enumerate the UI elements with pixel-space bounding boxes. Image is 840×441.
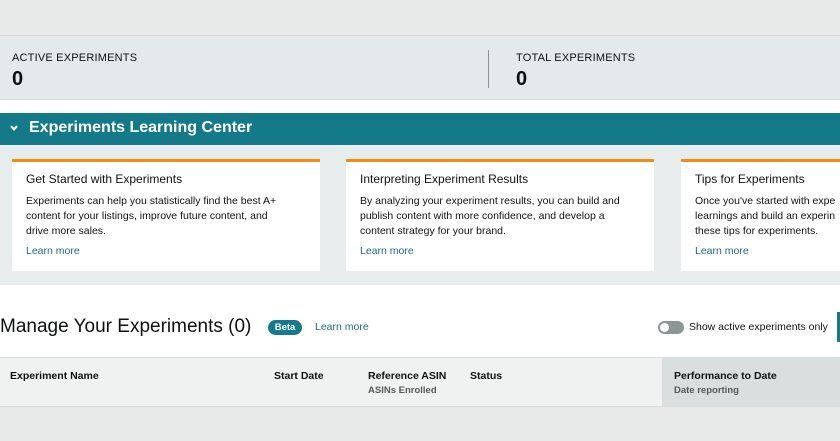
section-gap bbox=[0, 100, 840, 113]
column-label: Reference ASIN bbox=[368, 370, 447, 382]
column-label: Start Date bbox=[274, 370, 324, 382]
column-status[interactable]: Status bbox=[470, 370, 502, 382]
card-learn-more-link[interactable]: Learn more bbox=[26, 245, 80, 257]
column-sublabel: Date reporting bbox=[674, 385, 739, 396]
active-only-toggle[interactable] bbox=[658, 321, 684, 334]
card-text-line: learnings and build an experin bbox=[695, 210, 836, 222]
active-experiments-label: ACTIVE EXPERIMENTS bbox=[12, 52, 138, 64]
total-experiments-stat: TOTAL EXPERIMENTS 0 bbox=[516, 52, 635, 91]
card-text: Experiments can help you statistically f… bbox=[26, 194, 306, 239]
card-text-line: By analyzing your experiment results, yo… bbox=[360, 195, 620, 207]
chevron-down-icon[interactable] bbox=[9, 123, 19, 133]
active-experiments-stat: ACTIVE EXPERIMENTS 0 bbox=[12, 52, 137, 91]
beta-badge: Beta bbox=[268, 320, 302, 335]
card-text-line: these tips for experiments. bbox=[695, 225, 819, 237]
toggle-knob bbox=[660, 323, 669, 332]
card-title: Interpreting Experiment Results bbox=[360, 172, 529, 186]
total-experiments-value: 0 bbox=[516, 68, 528, 90]
column-reference-asin[interactable]: Reference ASIN ASINs Enrolled bbox=[368, 370, 446, 396]
learning-center-header[interactable]: Experiments Learning Center bbox=[0, 113, 840, 145]
card-text-line: drive more sales. bbox=[26, 225, 106, 237]
card-learn-more-link[interactable]: Learn more bbox=[360, 245, 414, 257]
column-experiment-name[interactable]: Experiment Name bbox=[10, 370, 99, 382]
card-text-line: publish content with more confidence, an… bbox=[360, 210, 605, 222]
stats-strip: ACTIVE EXPERIMENTS 0 TOTAL EXPERIMENTS 0 bbox=[0, 35, 840, 100]
column-sublabel: ASINs Enrolled bbox=[368, 385, 437, 396]
card-text: Once you've started with expe learnings … bbox=[695, 194, 840, 239]
stats-divider bbox=[488, 50, 489, 88]
card-learn-more-link[interactable]: Learn more bbox=[695, 245, 749, 257]
experiments-page: ACTIVE EXPERIMENTS 0 TOTAL EXPERIMENTS 0… bbox=[0, 0, 840, 441]
experiments-table-header: Experiment Name Start Date Reference ASI… bbox=[0, 357, 840, 407]
active-only-toggle-label[interactable]: Show active experiments only bbox=[689, 321, 828, 333]
card-title: Get Started with Experiments bbox=[26, 172, 183, 186]
manage-learn-more-link[interactable]: Learn more bbox=[315, 321, 369, 333]
learning-card-interpreting-results: Interpreting Experiment Results By analy… bbox=[346, 159, 654, 271]
card-text-line: content for your listings, improve futur… bbox=[26, 210, 268, 222]
learning-card-get-started: Get Started with Experiments Experiments… bbox=[12, 159, 320, 271]
column-start-date[interactable]: Start Date bbox=[274, 370, 324, 382]
column-label: Status bbox=[470, 370, 503, 382]
page-footer-band bbox=[0, 407, 840, 441]
manage-experiments-header: Manage Your Experiments (0) Beta Learn m… bbox=[0, 285, 840, 357]
learning-center-body: Get Started with Experiments Experiments… bbox=[0, 145, 840, 285]
card-text-line: content strategy for your brand. bbox=[360, 225, 506, 237]
total-experiments-label: TOTAL EXPERIMENTS bbox=[516, 52, 636, 64]
column-label: Performance to Date bbox=[674, 370, 777, 382]
column-label: Experiment Name bbox=[10, 370, 99, 382]
card-title: Tips for Experiments bbox=[695, 172, 805, 186]
card-text: By analyzing your experiment results, yo… bbox=[360, 194, 640, 239]
active-experiments-value: 0 bbox=[12, 68, 24, 90]
card-text-line: Experiments can help you statistically f… bbox=[26, 195, 277, 207]
learning-center-title: Experiments Learning Center bbox=[29, 119, 253, 136]
manage-experiments-title: Manage Your Experiments (0) bbox=[0, 316, 252, 337]
column-performance-to-date[interactable]: Performance to Date Date reporting bbox=[674, 370, 777, 396]
learning-card-tips: Tips for Experiments Once you've started… bbox=[681, 159, 840, 271]
card-text-line: Once you've started with expe bbox=[695, 195, 836, 207]
